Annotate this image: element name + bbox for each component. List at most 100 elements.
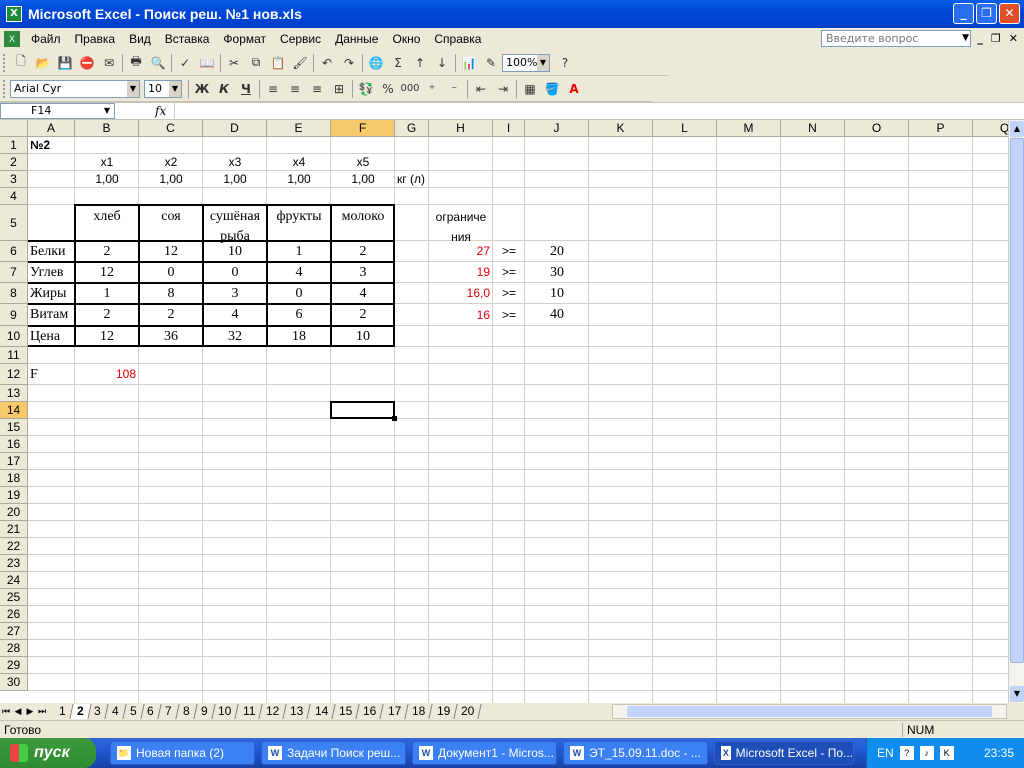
next-sheet-icon[interactable]: ▶: [24, 706, 36, 717]
font-size-select[interactable]: 10 ▼: [144, 79, 182, 98]
increase-decimal-icon[interactable]: ⁺: [421, 79, 443, 99]
var-label[interactable]: x3: [203, 154, 267, 171]
constraint-limit[interactable]: 40: [525, 304, 589, 326]
row-header[interactable]: 20: [0, 504, 28, 521]
column-header[interactable]: A: [28, 120, 75, 137]
row-header[interactable]: 29: [0, 657, 28, 674]
align-right-icon[interactable]: ≡: [306, 79, 328, 99]
research-icon[interactable]: 📖: [196, 53, 218, 73]
undo-icon[interactable]: ↶: [316, 53, 338, 73]
help-tray-icon[interactable]: ?: [899, 746, 914, 760]
doc-close-button[interactable]: ✕: [1009, 32, 1018, 45]
bold-button[interactable]: Ж: [191, 79, 213, 99]
menu-view[interactable]: Вид: [122, 32, 158, 46]
menu-data[interactable]: Данные: [328, 32, 385, 46]
fill-color-icon[interactable]: 🪣: [541, 79, 563, 99]
menu-insert[interactable]: Вставка: [158, 32, 217, 46]
row-header[interactable]: 6: [0, 241, 28, 262]
constraint-operator[interactable]: >=: [493, 304, 525, 326]
row-header[interactable]: 27: [0, 623, 28, 640]
row-header[interactable]: 1: [0, 137, 28, 154]
menu-format[interactable]: Формат: [216, 32, 273, 46]
task-word-2[interactable]: W Документ1 - Micros...: [412, 741, 557, 765]
task-word-3[interactable]: W ЭТ_15.09.11.doc - ...: [563, 741, 708, 765]
chart-wizard-icon[interactable]: 📊: [458, 53, 480, 73]
constraint-computed[interactable]: 16: [429, 304, 490, 326]
var-label[interactable]: x1: [75, 154, 139, 171]
sheet-tab[interactable]: 17: [381, 704, 409, 719]
help-search-input[interactable]: Введите вопрос ▼: [821, 30, 971, 47]
volume-icon[interactable]: ♪: [919, 746, 934, 760]
var-value[interactable]: 1,00: [331, 171, 395, 188]
column-header[interactable]: C: [139, 120, 203, 137]
column-header[interactable]: I: [493, 120, 525, 137]
paste-icon[interactable]: 📋: [267, 53, 289, 73]
column-header[interactable]: B: [75, 120, 139, 137]
row-header[interactable]: 25: [0, 589, 28, 606]
select-all-corner[interactable]: [0, 120, 28, 137]
align-center-icon[interactable]: ≡: [284, 79, 306, 99]
spelling-icon[interactable]: ✓: [174, 53, 196, 73]
print-preview-icon[interactable]: 🔍: [147, 53, 169, 73]
row-header[interactable]: 14: [0, 402, 28, 419]
decrease-indent-icon[interactable]: ⇤: [470, 79, 492, 99]
var-label[interactable]: x4: [267, 154, 331, 171]
start-button[interactable]: пуск: [0, 738, 96, 768]
column-header[interactable]: J: [525, 120, 589, 137]
doc-minimize-button[interactable]: _: [977, 32, 983, 45]
doc-restore-button[interactable]: ❐: [991, 32, 1001, 45]
scroll-down-icon[interactable]: ▼: [1010, 686, 1024, 702]
sort-desc-icon[interactable]: ↓: [431, 53, 453, 73]
increase-indent-icon[interactable]: ⇥: [492, 79, 514, 99]
help-icon[interactable]: ?: [554, 53, 576, 73]
row-header[interactable]: 2: [0, 154, 28, 171]
vertical-scrollbar[interactable]: ▲ ▼: [1008, 120, 1024, 703]
constraint-operator[interactable]: >=: [493, 241, 525, 262]
borders-icon[interactable]: ▦: [519, 79, 541, 99]
row-header[interactable]: 28: [0, 640, 28, 657]
print-icon[interactable]: 🖶: [125, 53, 147, 73]
toolbar-grip[interactable]: [3, 79, 7, 98]
row-header[interactable]: 9: [0, 304, 28, 326]
row-header[interactable]: 18: [0, 470, 28, 487]
prev-sheet-icon[interactable]: ◀: [12, 706, 24, 717]
constraint-limit[interactable]: 20: [525, 241, 589, 262]
font-color-icon[interactable]: A: [563, 79, 585, 99]
row-header[interactable]: 24: [0, 572, 28, 589]
document-icon[interactable]: X: [4, 31, 20, 47]
name-box[interactable]: F14 ▼: [0, 103, 115, 119]
row-header[interactable]: 26: [0, 606, 28, 623]
constraint-computed[interactable]: 27: [429, 241, 490, 262]
column-header[interactable]: Q: [973, 120, 1008, 137]
task-word-1[interactable]: W Задачи Поиск реш...: [261, 741, 406, 765]
row-header[interactable]: 4: [0, 188, 28, 205]
constraint-computed[interactable]: 16,0: [429, 283, 490, 304]
antivirus-icon[interactable]: K: [939, 746, 954, 760]
row-header[interactable]: 23: [0, 555, 28, 572]
menu-window[interactable]: Окно: [385, 32, 427, 46]
constraint-limit[interactable]: 10: [525, 283, 589, 304]
selected-cell[interactable]: [330, 401, 395, 419]
column-header[interactable]: K: [589, 120, 653, 137]
column-header[interactable]: H: [429, 120, 493, 137]
horizontal-scroll-thumb[interactable]: [627, 706, 992, 717]
sheet-tab[interactable]: 19: [429, 704, 458, 719]
var-value[interactable]: 1,00: [203, 171, 267, 188]
italic-button[interactable]: К: [213, 79, 235, 99]
row-header[interactable]: 21: [0, 521, 28, 538]
menu-edit[interactable]: Правка: [68, 32, 123, 46]
minimize-button[interactable]: _: [953, 3, 974, 24]
decrease-decimal-icon[interactable]: ⁻: [443, 79, 465, 99]
column-header[interactable]: O: [845, 120, 909, 137]
column-header[interactable]: G: [395, 120, 429, 137]
row-header[interactable]: 30: [0, 674, 28, 691]
objective-label[interactable]: F: [30, 364, 38, 385]
zoom-select[interactable]: 100% ▼: [502, 53, 550, 72]
sheet-tab[interactable]: 14: [308, 704, 336, 719]
sort-asc-icon[interactable]: ↑: [409, 53, 431, 73]
row-header[interactable]: 17: [0, 453, 28, 470]
sheet-tab[interactable]: 13: [283, 704, 312, 719]
language-indicator[interactable]: EN: [877, 746, 894, 760]
var-value[interactable]: 1,00: [267, 171, 331, 188]
drawing-icon[interactable]: ✎: [480, 53, 502, 73]
